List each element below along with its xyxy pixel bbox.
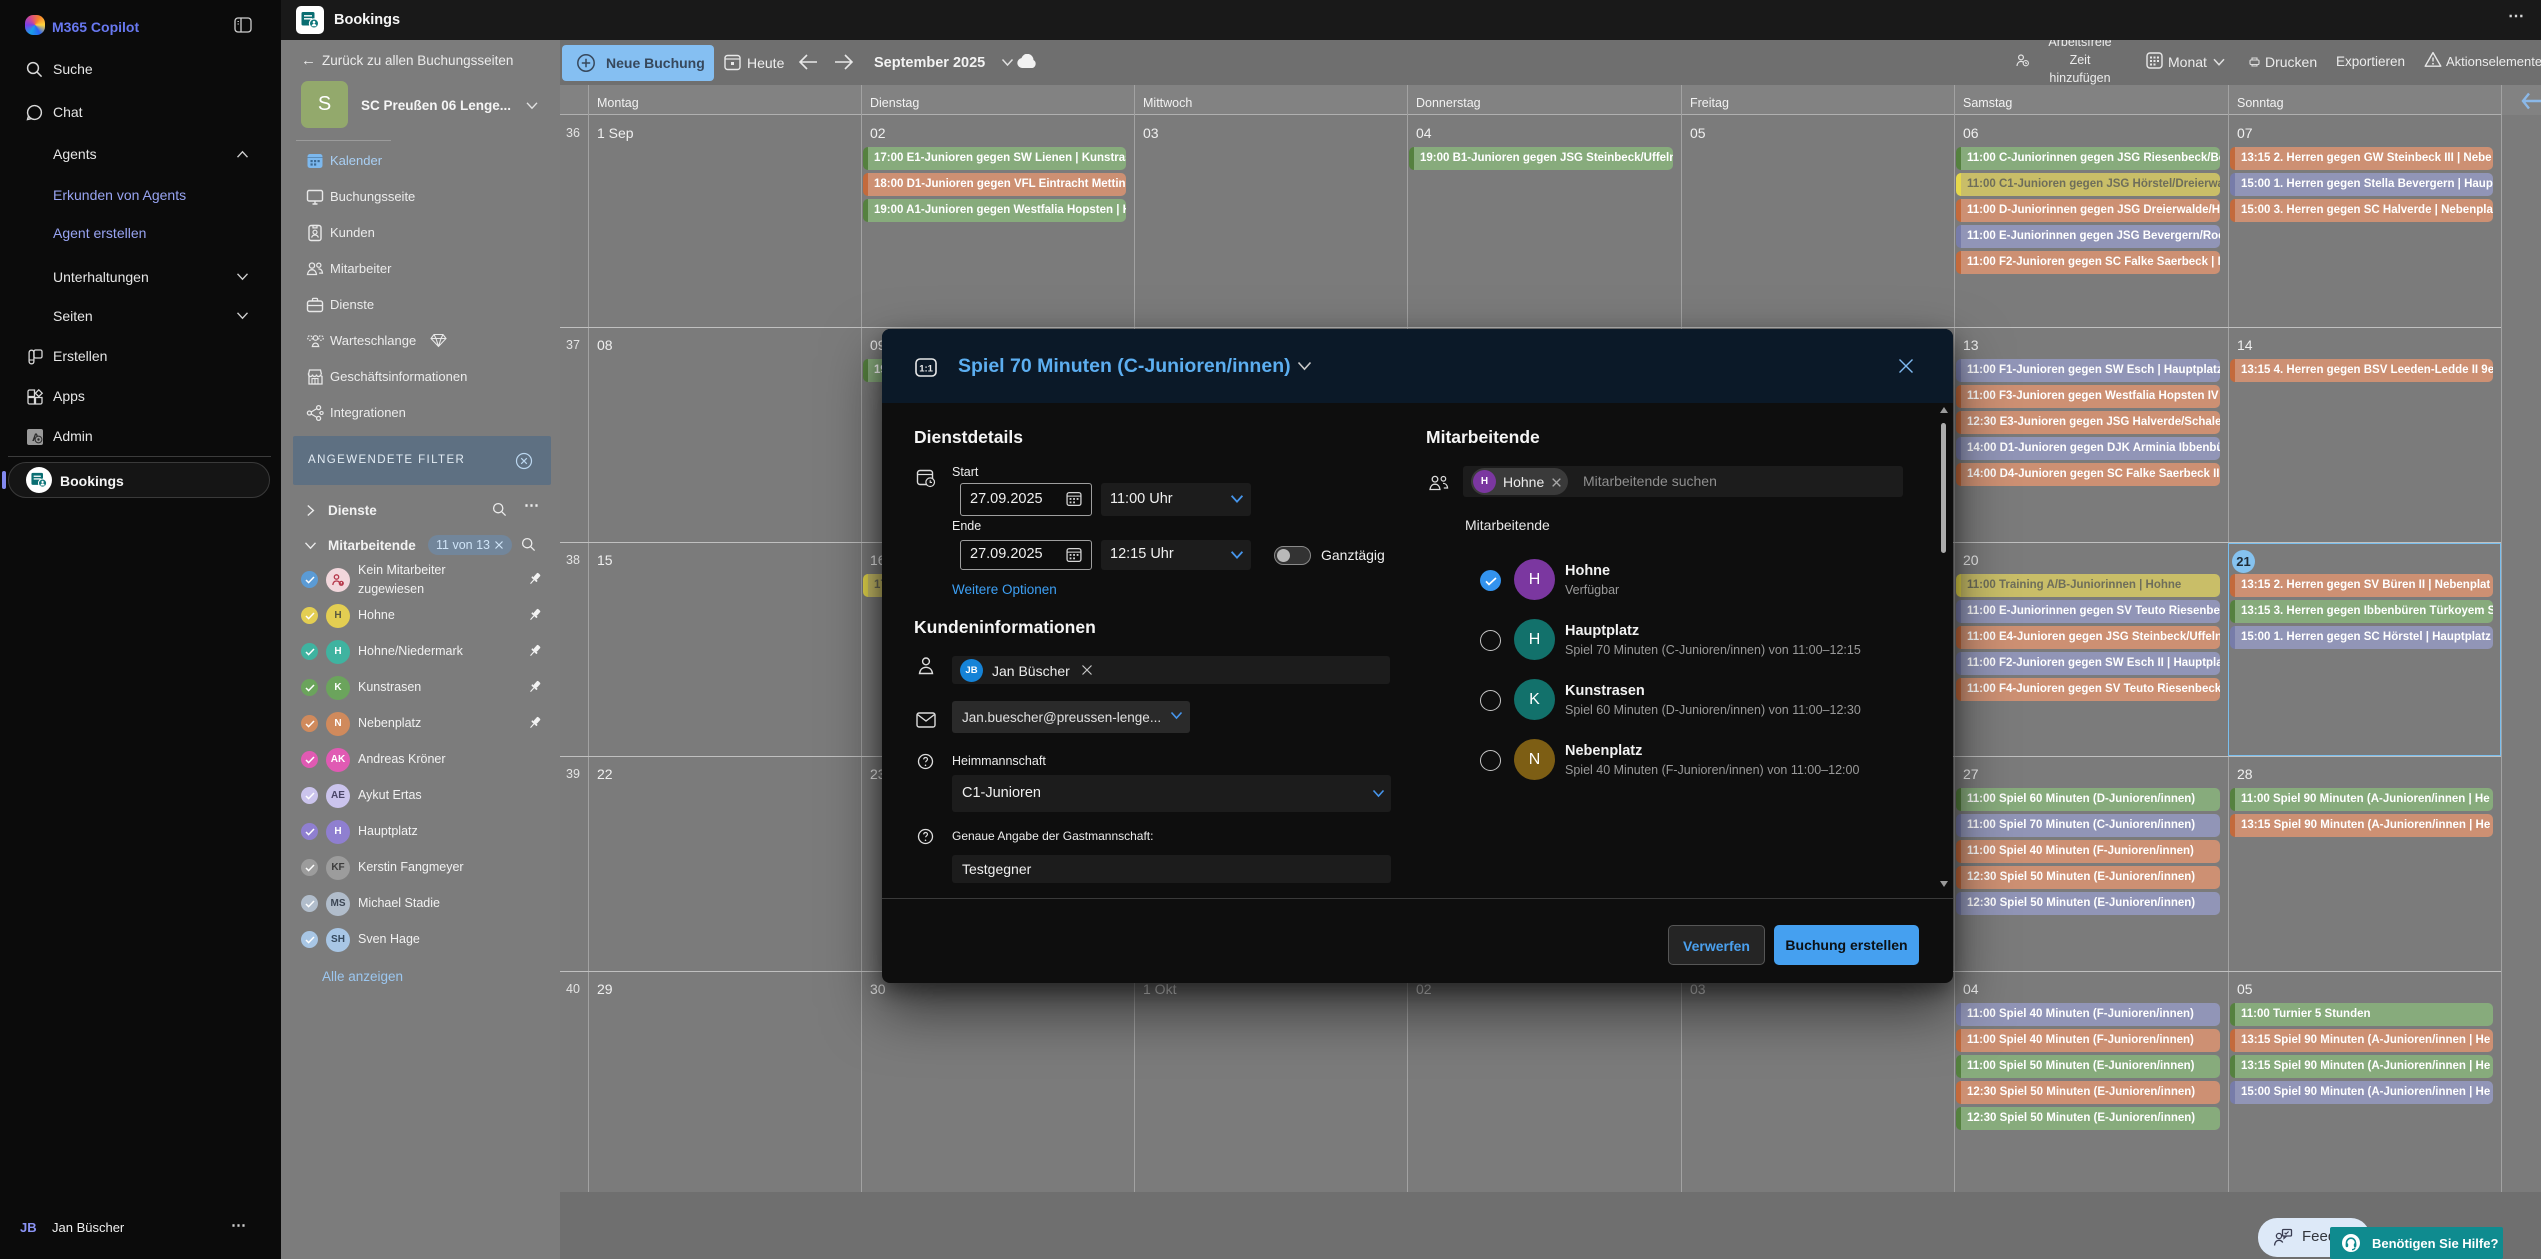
svg-text:1:1: 1:1 [919,364,933,375]
